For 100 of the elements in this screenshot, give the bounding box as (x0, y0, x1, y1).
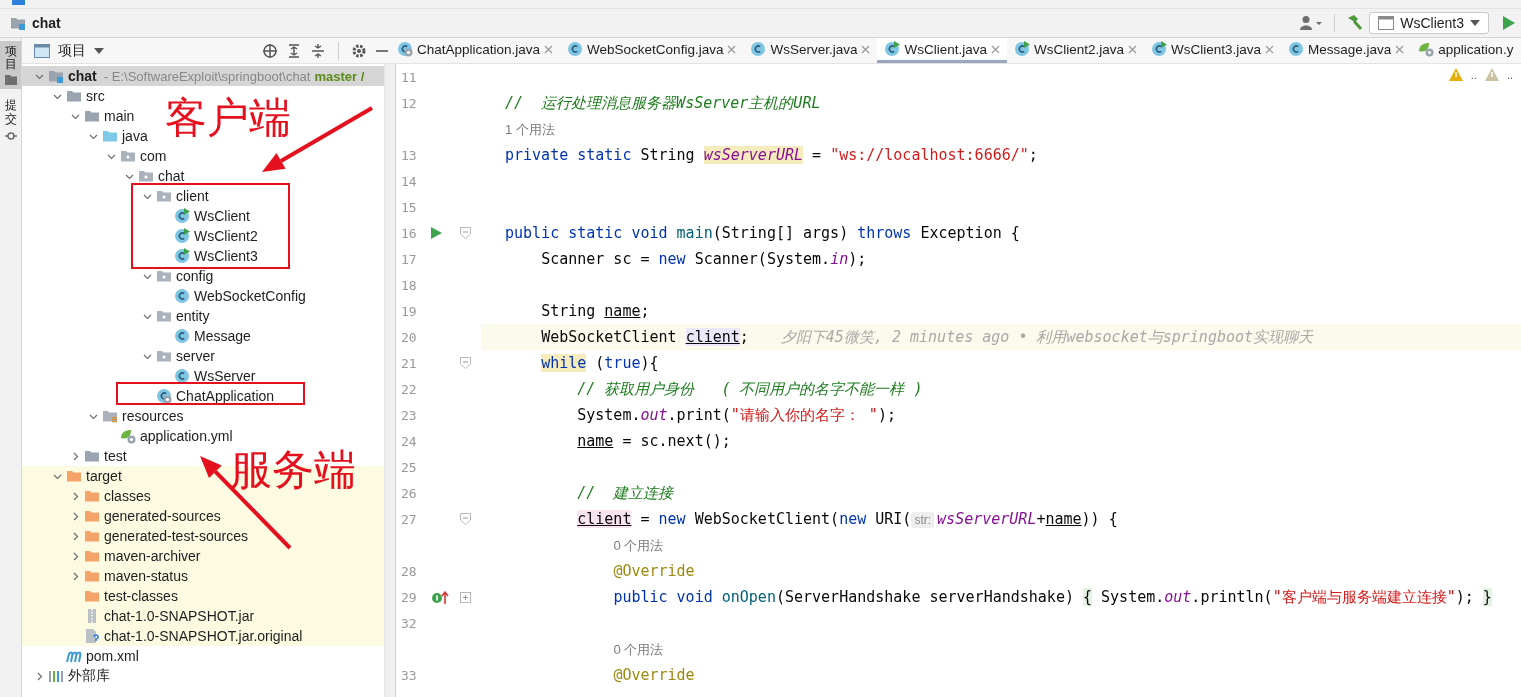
close-icon[interactable] (990, 44, 1000, 54)
tree-item-label[interactable]: WsClient (194, 208, 250, 224)
close-icon[interactable] (1128, 44, 1137, 54)
folder-icon (102, 128, 118, 144)
tree-item-label[interactable]: entity (176, 308, 210, 324)
window-icon (34, 43, 50, 58)
editor-tab[interactable]: WsClient3.java (1144, 38, 1282, 63)
tree-item-label[interactable]: application.yml (140, 428, 233, 444)
tree-item-label[interactable]: src (86, 88, 105, 104)
editor-tab[interactable]: ChatApplication.java (390, 38, 561, 63)
line-number: 32 (400, 615, 418, 631)
tree-item-label[interactable]: com (140, 148, 167, 164)
user-icon[interactable] (1300, 15, 1325, 31)
breadcrumb[interactable]: chat (32, 15, 61, 31)
tree-item-label[interactable]: java (122, 128, 148, 144)
caret-icon[interactable] (94, 47, 104, 54)
tree-item-label[interactable]: maven-status (104, 568, 189, 584)
tree-item-label[interactable]: chat (158, 168, 185, 184)
tool-window-tab[interactable]: 提交 (0, 95, 21, 146)
window-icon (1378, 16, 1395, 30)
git-branch: master / (314, 68, 365, 84)
tree-item-label[interactable]: chat (68, 68, 97, 84)
close-icon[interactable] (1395, 44, 1405, 54)
crosshair-icon[interactable] (262, 42, 278, 59)
implements-icon[interactable] (431, 590, 449, 604)
fold-marker-icon[interactable] (459, 513, 471, 525)
run-icon[interactable] (431, 227, 442, 239)
excluded-row[interactable]: generated-sources (22, 506, 384, 526)
tree-item-label[interactable]: classes (104, 488, 151, 504)
usage-hint[interactable]: 1 个用法 (505, 119, 555, 139)
usage-hint[interactable]: 0 个用法 (505, 535, 664, 555)
package-icon (156, 268, 172, 284)
tree-item-label[interactable]: pom.xml (86, 648, 139, 664)
package-icon (156, 308, 172, 324)
runnable-class-icon (174, 248, 190, 264)
collapse-all-icon[interactable] (310, 42, 326, 59)
package-icon (120, 148, 136, 164)
library-icon (48, 668, 64, 684)
tree-item-label[interactable]: client (176, 188, 209, 204)
tree-item-label[interactable]: generated-test-sources (104, 528, 248, 544)
close-icon[interactable] (727, 44, 737, 54)
line-number: 16 (400, 225, 418, 241)
usage-hint[interactable]: 0 个用法 (505, 639, 664, 659)
line-number: 21 (400, 355, 418, 371)
excluded-row[interactable]: maven-status (22, 566, 384, 586)
folder-icon (84, 488, 100, 504)
code-line: client = new WebSocketClient(new URI( str: wsServerURL+name)) { (576, 510, 1118, 528)
tree-item-label[interactable]: WsClient3 (194, 248, 258, 264)
tree-item-label[interactable]: resources (122, 408, 184, 424)
run-icon[interactable] (1503, 16, 1515, 30)
expand-marker-icon[interactable] (459, 591, 471, 603)
editor-tab[interactable]: application.y (1411, 38, 1521, 63)
tree-item-label[interactable]: maven-archiver (104, 548, 201, 564)
tool-window-tab[interactable]: 项目 (0, 41, 21, 90)
tree-item-label[interactable]: test-classes (104, 588, 178, 604)
expand-all-icon[interactable] (286, 42, 302, 59)
editor-tab[interactable]: WsClient2.java (1006, 38, 1144, 63)
panel-title[interactable]: 项目 (58, 41, 86, 60)
run-configuration-dropdown[interactable]: WsClient3 (1369, 12, 1489, 34)
close-icon[interactable] (861, 44, 871, 54)
editor-tab[interactable]: WsClient.java (877, 38, 1007, 63)
warning-count: .. (1470, 68, 1477, 81)
fold-marker-icon[interactable] (459, 357, 471, 369)
editor-tab[interactable]: WebSocketConfig.java (560, 38, 744, 63)
fold-marker-icon[interactable] (459, 227, 471, 239)
tree-item-label[interactable]: ChatApplication (176, 388, 275, 404)
code-line: while (true){ (540, 354, 659, 372)
tree-item-label[interactable]: chat-1.0-SNAPSHOT.jar.original (104, 628, 303, 644)
excluded-row[interactable]: maven-archiver (22, 546, 384, 566)
tree-item-label[interactable]: chat-1.0-SNAPSHOT.jar (104, 608, 255, 624)
class-icon (174, 328, 190, 344)
code-line: Scanner sc = new Scanner(System.in); (540, 250, 867, 268)
close-icon[interactable] (544, 44, 554, 54)
tree-item-label[interactable]: generated-sources (104, 508, 221, 524)
tree-item-label[interactable]: WsServer (194, 368, 256, 384)
excluded-row[interactable]: generated-test-sources (22, 526, 384, 546)
excluded-row[interactable]: test-classes (22, 586, 384, 606)
code-line: String name; (540, 302, 650, 320)
editor-tab[interactable]: Message.java (1281, 38, 1412, 63)
tree-item-label[interactable]: config (176, 268, 214, 284)
runnable-class-icon (1013, 41, 1030, 57)
editor-tab[interactable]: WsServer.java (743, 38, 878, 63)
tree-item-label[interactable]: main (104, 108, 135, 124)
line-number: 14 (400, 173, 418, 189)
tree-item-label[interactable]: target (86, 468, 122, 484)
excluded-row[interactable]: chat-1.0-SNAPSHOT.jar (22, 606, 384, 626)
class-icon (397, 41, 413, 57)
line-number: 24 (400, 433, 418, 449)
selected-row[interactable]: chat - E:\SoftwareExploit\springboot\chat master / (22, 66, 384, 86)
tree-item-label[interactable]: 外部库 (68, 667, 110, 685)
tree-item-label[interactable]: test (104, 448, 127, 464)
close-icon[interactable] (1265, 44, 1275, 54)
annotation-label: 客户端 (165, 97, 291, 139)
tree-item-label[interactable]: WebSocketConfig (194, 288, 306, 304)
package-icon (156, 188, 172, 204)
settings-icon[interactable] (351, 42, 367, 59)
tree-item-label[interactable]: Message (194, 328, 251, 344)
excluded-row[interactable]: chat-1.0-SNAPSHOT.jar.original (22, 626, 384, 646)
tree-item-label[interactable]: server (176, 348, 215, 364)
tree-item-label[interactable]: WsClient2 (194, 228, 258, 244)
